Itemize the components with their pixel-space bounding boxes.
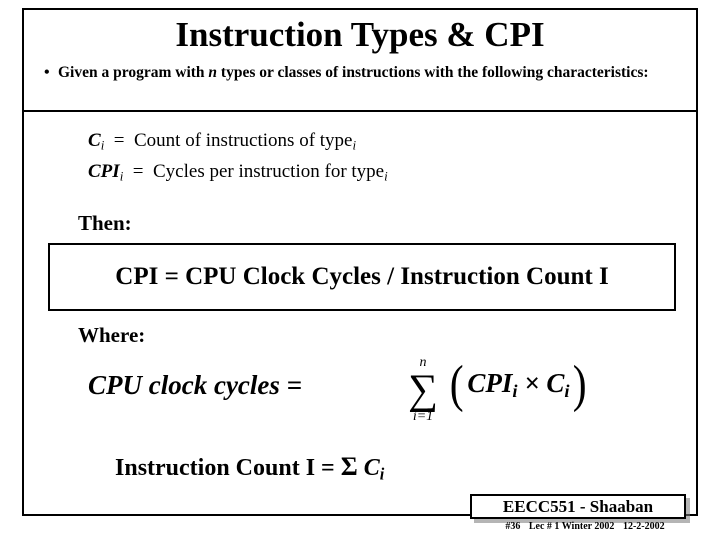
page-title: Instruction Types & CPI bbox=[175, 15, 545, 54]
instruction-count-prefix: Instruction Count I = bbox=[115, 455, 335, 481]
instruction-count-line: Instruction Count I = Σ Ci bbox=[115, 452, 384, 485]
definition-equals-c: = bbox=[113, 130, 125, 151]
bullet-marker: • bbox=[44, 64, 50, 81]
footer-slide-number: #36 bbox=[505, 521, 521, 532]
definition-line-cpii: CPIi = Cycles per instruction for typei bbox=[88, 159, 388, 190]
footer-date: 12-2-2002 bbox=[622, 521, 665, 532]
definition-equals-cpi: = bbox=[132, 160, 144, 182]
equation-inner-term: CPIi × Ci bbox=[465, 368, 571, 402]
summation-sigma-icon: ∑ bbox=[408, 367, 438, 413]
definition-symbol-c-subscript: i bbox=[100, 137, 105, 153]
definition-text-c: Count of instructions of type bbox=[134, 130, 353, 151]
instruction-count-sigma-icon: Σ bbox=[340, 452, 358, 481]
equation-c-symbol: C bbox=[546, 367, 565, 398]
bullet-text-italic: n bbox=[208, 64, 218, 81]
equation-times-operator: × bbox=[524, 367, 540, 398]
definition-text-c-subscript: i bbox=[352, 137, 357, 153]
then-label: Then: bbox=[78, 211, 132, 235]
equation-c-subscript: i bbox=[564, 381, 570, 402]
cpi-formula-box: CPI = CPU Clock Cycles / Instruction Cou… bbox=[48, 243, 676, 311]
definition-symbol-cpi: CPI bbox=[88, 160, 120, 182]
definition-text-cpi: Cycles per instruction for type bbox=[153, 160, 385, 182]
bullet-text-part2: types or classes of instructions with th… bbox=[220, 64, 649, 81]
definition-symbol-cpi-subscript: i bbox=[119, 168, 124, 184]
instruction-count-c-subscript: i bbox=[379, 464, 385, 484]
cpi-formula-text: CPI = CPU Clock Cycles / Instruction Cou… bbox=[115, 263, 609, 290]
equation-cpi-subscript: i bbox=[512, 381, 518, 402]
equation-parenthesized-term: ( CPIi × Ci ) bbox=[448, 356, 589, 413]
footer-lecture-info: Lec # 1 Winter 2002 bbox=[528, 521, 615, 532]
equation-left-hand-side: CPU clock cycles = bbox=[88, 370, 303, 400]
summation-lower-limit: i=1 bbox=[412, 409, 434, 424]
cpu-clock-cycles-equation: CPU clock cycles = n ∑ i=1 ( CPIi × Ci ) bbox=[88, 356, 628, 424]
title-divider bbox=[24, 110, 696, 112]
bullet-item: • Given a program with n types or classe… bbox=[40, 63, 690, 83]
bullet-text-part1: Given a program with bbox=[58, 64, 205, 81]
instruction-count-c-symbol: C bbox=[363, 455, 380, 481]
where-label: Where: bbox=[78, 323, 146, 347]
definition-text-cpi-subscript: i bbox=[384, 168, 388, 184]
footer-course-badge: EECC551 - Shaaban bbox=[470, 494, 686, 519]
definition-symbol-c: C bbox=[88, 130, 101, 151]
definitions-block: Ci = Count of instructions of typei CPIi… bbox=[88, 128, 388, 189]
definition-line-ci: Ci = Count of instructions of typei bbox=[88, 128, 388, 159]
equation-cpi-symbol: CPI bbox=[467, 367, 513, 398]
bullet-text: Given a program with n types or classes … bbox=[58, 63, 690, 83]
footer-course-text: EECC551 - Shaaban bbox=[502, 496, 654, 516]
slide-canvas: Instruction Types & CPI • Given a progra… bbox=[0, 0, 720, 540]
summation-symbol-group: n ∑ i=1 bbox=[396, 356, 450, 424]
open-paren: ( bbox=[449, 356, 464, 413]
footer-metadata: #36 Lec # 1 Winter 2002 12-2-2002 bbox=[488, 521, 688, 532]
close-paren: ) bbox=[573, 356, 588, 413]
